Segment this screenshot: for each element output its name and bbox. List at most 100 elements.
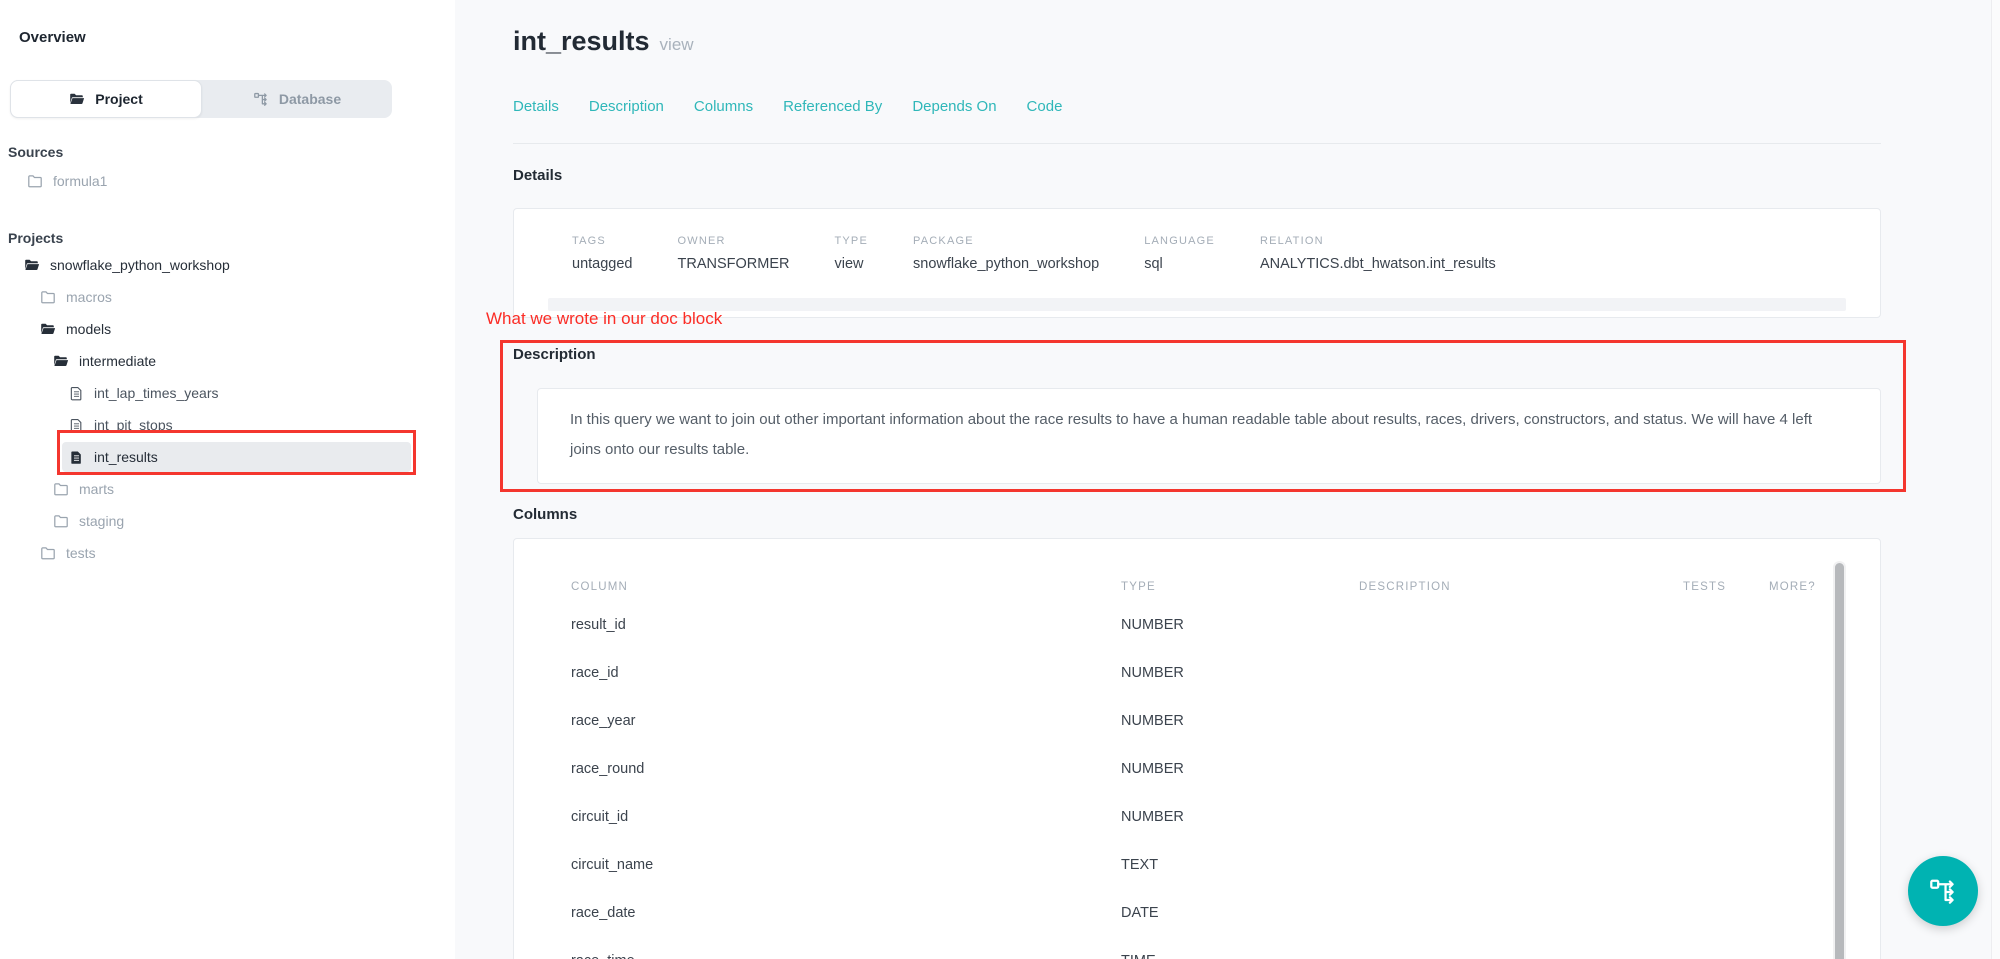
description-card: In this query we want to join out other …: [537, 388, 1881, 484]
file-solid-icon: [69, 450, 84, 465]
tree-item-label: models: [66, 321, 111, 337]
column-type-cell: NUMBER: [1121, 809, 1359, 825]
table-row-circuit-id[interactable]: circuit_idNUMBER: [514, 793, 1880, 841]
tree-item-macros[interactable]: macros: [0, 281, 455, 313]
database-toggle-button[interactable]: Database: [202, 80, 392, 118]
database-tree-icon: [253, 91, 269, 107]
sidebar: Overview Project Database Sources formul…: [0, 0, 455, 959]
tree-item-int-results[interactable]: int_results: [0, 441, 455, 473]
table-row-race-id[interactable]: race_idNUMBER: [514, 649, 1880, 697]
folder-open-icon: [69, 91, 85, 107]
column-type-cell: NUMBER: [1121, 761, 1359, 777]
tab-columns[interactable]: Columns: [694, 98, 753, 115]
folder-open-icon: [24, 257, 40, 273]
lineage-graph-icon: [1928, 876, 1958, 906]
tree-item-label: tests: [66, 545, 96, 561]
detail-field-value: TRANSFORMER: [677, 256, 789, 272]
sources-list: formula1: [0, 166, 455, 196]
detail-field-label: LANGUAGE: [1144, 235, 1215, 247]
dbt-docs-app: Overview Project Database Sources formul…: [0, 0, 2000, 959]
column-header-tests: TESTS: [1683, 581, 1769, 593]
tree-item-label: staging: [79, 513, 124, 529]
column-type-cell: NUMBER: [1121, 617, 1359, 633]
tab-code[interactable]: Code: [1027, 98, 1063, 115]
tree-item-label: int_lap_times_years: [94, 385, 219, 401]
tab-description[interactable]: Description: [589, 98, 664, 115]
tree-item-formula1[interactable]: formula1: [0, 166, 455, 196]
column-name-cell: circuit_name: [571, 857, 1121, 873]
table-row-race-time[interactable]: race_timeTIME: [514, 937, 1880, 959]
folder-icon: [40, 289, 56, 305]
tree-item-snowflake-python-workshop[interactable]: snowflake_python_workshop: [0, 249, 455, 281]
detail-field-owner: OWNER TRANSFORMER: [677, 235, 789, 272]
columns-table-body: result_idNUMBERrace_idNUMBERrace_yearNUM…: [514, 601, 1880, 959]
column-header-type: TYPE: [1121, 581, 1359, 593]
tree-item-intermediate[interactable]: intermediate: [0, 345, 455, 377]
tab-details[interactable]: Details: [513, 98, 559, 115]
tree-item-label: formula1: [53, 173, 107, 189]
project-toggle-label: Project: [95, 91, 142, 107]
page-scrollbar-track[interactable]: [1991, 0, 2000, 959]
columns-table-header: COLUMNTYPEDESCRIPTIONTESTSMORE?: [514, 539, 1880, 593]
page-title: int_results: [513, 26, 650, 57]
column-name-cell: race_year: [571, 713, 1121, 729]
column-header-more: MORE?: [1769, 581, 1820, 593]
tree-item-label: macros: [66, 289, 112, 305]
projects-heading: Projects: [8, 230, 455, 246]
overview-link[interactable]: Overview: [19, 30, 455, 46]
table-row-race-date[interactable]: race_dateDATE: [514, 889, 1880, 937]
columns-scrollbar-thumb[interactable]: [1835, 563, 1844, 959]
database-toggle-label: Database: [279, 91, 341, 107]
column-header-description: DESCRIPTION: [1359, 581, 1683, 593]
description-section-heading: Description: [513, 347, 596, 363]
view-toggle: Project Database: [10, 80, 392, 118]
tab-divider: [513, 143, 1881, 144]
tab-referenced-by[interactable]: Referenced By: [783, 98, 882, 115]
tree-item-label: snowflake_python_workshop: [50, 257, 230, 273]
tab-depends-on[interactable]: Depends On: [912, 98, 996, 115]
details-fields: TAGSuntaggedOWNERTRANSFORMERTYPEviewPACK…: [514, 209, 1880, 272]
table-row-result-id[interactable]: result_idNUMBER: [514, 601, 1880, 649]
column-header-column: COLUMN: [571, 581, 1121, 593]
tree-item-staging[interactable]: staging: [0, 505, 455, 537]
tree-item-int-lap-times-years[interactable]: int_lap_times_years: [0, 377, 455, 409]
detail-field-label: PACKAGE: [913, 235, 1099, 247]
table-row-race-year[interactable]: race_yearNUMBER: [514, 697, 1880, 745]
folder-icon: [27, 173, 43, 189]
column-type-cell: TEXT: [1121, 857, 1359, 873]
detail-field-label: OWNER: [677, 235, 789, 247]
detail-field-value: view: [834, 256, 868, 272]
description-text: In this query we want to join out other …: [538, 389, 1880, 465]
columns-scrollbar-track: [1833, 561, 1846, 959]
tree-item-label: int_results: [94, 449, 158, 465]
folder-icon: [53, 513, 69, 529]
detail-field-value: untagged: [572, 256, 632, 272]
tree-item-label: intermediate: [79, 353, 156, 369]
project-toggle-button[interactable]: Project: [10, 80, 202, 118]
main-content: int_results view Details Description Colum…: [513, 0, 1881, 959]
title-bar: int_results view: [513, 26, 694, 57]
column-name-cell: race_id: [571, 665, 1121, 681]
columns-section-heading: Columns: [513, 507, 577, 523]
folder-icon: [53, 481, 69, 497]
tree-item-int-pit-stops[interactable]: int_pit_stops: [0, 409, 455, 441]
sources-heading: Sources: [8, 144, 455, 160]
tree-item-label: marts: [79, 481, 114, 497]
tree-item-tests[interactable]: tests: [0, 537, 455, 569]
detail-field-value: snowflake_python_workshop: [913, 256, 1099, 272]
table-row-race-round[interactable]: race_roundNUMBER: [514, 745, 1880, 793]
details-card: TAGSuntaggedOWNERTRANSFORMERTYPEviewPACK…: [513, 208, 1881, 318]
column-name-cell: race_time: [571, 953, 1121, 959]
tree-item-models[interactable]: models: [0, 313, 455, 345]
table-row-circuit-name[interactable]: circuit_nameTEXT: [514, 841, 1880, 889]
lineage-graph-button[interactable]: [1908, 856, 1978, 926]
column-name-cell: race_date: [571, 905, 1121, 921]
resource-type-label: view: [660, 35, 694, 55]
folder-open-icon: [40, 321, 56, 337]
detail-field-value: sql: [1144, 256, 1215, 272]
tab-bar: Details Description Columns Referenced By De…: [513, 98, 1062, 115]
file-icon: [69, 418, 84, 433]
tree-item-marts[interactable]: marts: [0, 473, 455, 505]
detail-field-label: TYPE: [834, 235, 868, 247]
collapsed-row-strip: [548, 298, 1846, 311]
